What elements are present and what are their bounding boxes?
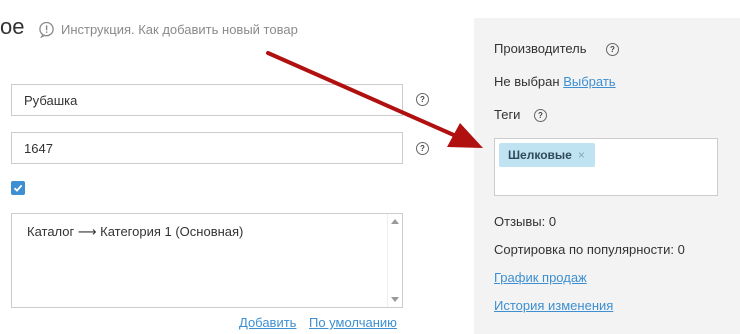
reviews-count: Отзывы: 0: [494, 214, 557, 229]
choose-manufacturer-link[interactable]: Выбрать: [563, 74, 615, 89]
history-link[interactable]: История изменения: [494, 298, 613, 313]
help-icon[interactable]: ?: [416, 142, 429, 155]
visible-checkbox[interactable]: [11, 181, 25, 195]
category-path[interactable]: Каталог ⟶ Категория 1 (Основная): [27, 224, 243, 240]
popularity-sort: Сортировка по популярности: 0: [494, 242, 685, 257]
sales-chart-link[interactable]: График продаж: [494, 270, 587, 285]
instruction-link[interactable]: Инструкция. Как добавить новый товар: [61, 22, 298, 37]
product-name-input[interactable]: Рубашка: [11, 84, 403, 116]
page-title: ое: [0, 14, 25, 39]
tags-input[interactable]: Шелковые ×: [494, 138, 718, 196]
help-icon[interactable]: ?: [534, 109, 547, 122]
add-category-link[interactable]: Добавить: [239, 315, 296, 330]
help-icon[interactable]: [38, 21, 55, 38]
help-icon[interactable]: ?: [606, 43, 619, 56]
product-code-input[interactable]: 1647: [11, 132, 403, 164]
manufacturer-none: Не выбран: [494, 74, 560, 89]
manufacturer-value: Не выбран Выбрать: [494, 74, 616, 89]
tag-chip[interactable]: Шелковые ×: [499, 143, 595, 167]
default-category-link[interactable]: По умолчанию: [309, 315, 397, 330]
scroll-up-icon[interactable]: [391, 219, 399, 224]
scrollbar[interactable]: [387, 214, 402, 307]
tag-label: Шелковые: [508, 148, 572, 162]
scroll-down-icon[interactable]: [391, 297, 399, 302]
tags-label: Теги: [494, 107, 521, 122]
product-name-value: Рубашка: [24, 92, 78, 108]
manufacturer-label: Производитель: [494, 41, 587, 56]
product-code-value: 1647: [24, 140, 53, 156]
category-list[interactable]: Каталог ⟶ Категория 1 (Основная): [11, 213, 403, 308]
checkmark-icon: [13, 184, 23, 192]
close-icon[interactable]: ×: [578, 148, 585, 162]
help-icon[interactable]: ?: [416, 93, 429, 106]
